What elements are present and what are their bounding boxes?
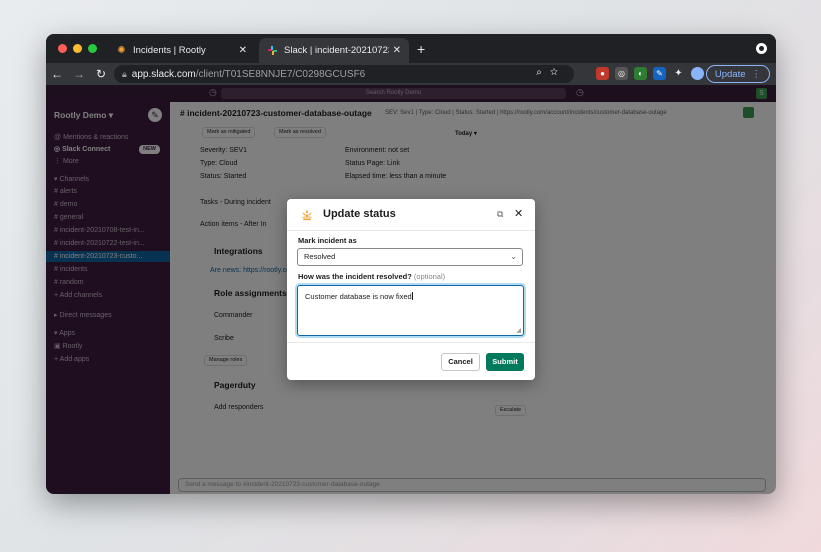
forward-icon[interactable]: → — [68, 67, 90, 81]
browser-toolbar: ← → ↻ 🔒︎ app.slack.com /client/T01SE8NNJ… — [46, 63, 776, 85]
maximize-window-button[interactable] — [88, 44, 97, 53]
avatar-icon[interactable] — [691, 67, 704, 80]
extension-icon[interactable]: ● — [596, 67, 609, 80]
resolution-text: Customer database is now fixed — [305, 292, 412, 301]
extension-icon[interactable]: ◐ — [634, 67, 647, 80]
tab-rootly[interactable]: ✺ Incidents | Rootly ✕ — [108, 38, 255, 63]
resolution-label: How was the incident resolved? (optional… — [298, 272, 446, 281]
modal-header: Update status ⧉ ✕ — [287, 199, 535, 231]
open-external-icon[interactable]: ⧉ — [497, 209, 503, 220]
modal-footer: Cancel Submit — [287, 342, 535, 380]
close-tab-icon[interactable]: ✕ — [393, 45, 401, 56]
close-tab-icon[interactable]: ✕ — [239, 45, 247, 56]
tab-strip: ✺ Incidents | Rootly ✕ Slack | incident-… — [46, 34, 776, 63]
update-label: Update — [714, 68, 746, 80]
back-icon[interactable]: ← — [46, 67, 68, 81]
modal-title: Update status — [323, 208, 396, 220]
lock-icon: 🔒︎ — [122, 68, 127, 79]
rootly-logo-icon — [299, 207, 315, 223]
update-status-modal: Update status ⧉ ✕ Mark incident as Resol… — [287, 199, 535, 380]
optional-hint: (optional) — [413, 272, 446, 281]
new-tab-icon[interactable]: + — [417, 41, 425, 57]
extensions-area: ● ◎ ◐ ✎ ✦ — [596, 67, 704, 80]
close-window-button[interactable] — [58, 44, 67, 53]
close-icon[interactable]: ✕ — [514, 207, 523, 220]
tab-slack[interactable]: Slack | incident-20210723-cu ✕ — [259, 38, 409, 63]
status-select-value: Resolved — [304, 252, 336, 261]
chevron-down-icon[interactable]: ⌄ — [510, 249, 517, 265]
cancel-button[interactable]: Cancel — [441, 353, 480, 371]
submit-button[interactable]: Submit — [486, 353, 524, 371]
rootly-icon: ✺ — [117, 45, 126, 56]
slack-icon — [267, 45, 278, 56]
extension-icon[interactable]: ✎ — [653, 67, 666, 80]
resolution-textarea[interactable]: Customer database is now fixed ◢ — [297, 285, 524, 336]
tab-label: Slack | incident-20210723-cu — [284, 45, 389, 56]
status-select[interactable]: Resolved ⌄ — [297, 248, 523, 266]
puzzle-icon[interactable]: ✦ — [672, 67, 685, 80]
update-button[interactable]: Update ⋮ — [705, 65, 770, 83]
kebab-menu-icon[interactable]: ⋮ — [752, 69, 762, 80]
address-bar[interactable]: 🔒︎ app.slack.com /client/T01SE8NNJE7/C02… — [114, 65, 574, 83]
minimize-window-button[interactable] — [73, 44, 82, 53]
resize-grip-icon[interactable]: ◢ — [516, 327, 521, 334]
extension-icon[interactable]: ◎ — [615, 67, 628, 80]
url-path: /client/T01SE8NNJE7/C0298GCUSF6 — [195, 68, 366, 80]
reload-icon[interactable]: ↻ — [90, 67, 112, 81]
text-caret — [411, 292, 413, 300]
mark-incident-label: Mark incident as — [298, 236, 357, 245]
profile-icon[interactable] — [756, 43, 767, 54]
tab-label: Incidents | Rootly — [133, 45, 206, 56]
url-host: app.slack.com — [131, 68, 196, 80]
zoom-star-icons[interactable]: ⌕☆ — [536, 67, 566, 78]
